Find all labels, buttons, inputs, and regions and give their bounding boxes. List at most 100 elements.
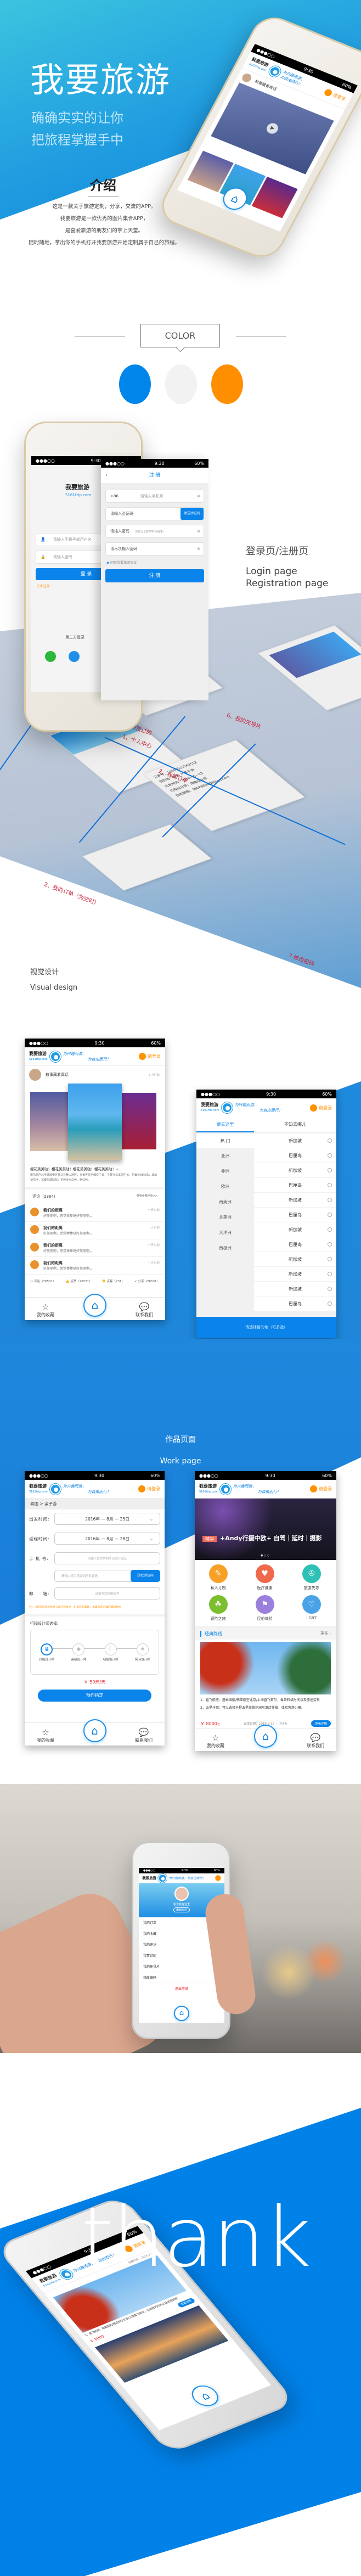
category-item[interactable]: ✇ 旅游先导 xyxy=(288,1564,335,1591)
login-button[interactable]: 请登录 xyxy=(323,88,347,103)
home-button[interactable]: ⌂ xyxy=(83,1719,106,1742)
radio-button[interactable] xyxy=(328,1287,332,1291)
clear-icon[interactable]: ⊗ xyxy=(197,547,200,551)
region-item[interactable]: 亚洲 xyxy=(196,1148,254,1164)
radio-button[interactable] xyxy=(328,1213,332,1217)
agree-checkbox[interactable]: ◉ 同意我要旅游协议 xyxy=(106,560,203,565)
share-stat[interactable]: < 分享（26531） xyxy=(134,1279,160,1283)
tab-contact[interactable]: 💬 联系我们 xyxy=(304,1733,326,1749)
depart-date-select[interactable]: 2016年 — 8月 — 25日 ⌄ xyxy=(54,1513,160,1525)
destination-item[interactable]: 巴厘岛 xyxy=(254,1148,336,1163)
radio-button[interactable] xyxy=(328,1168,332,1172)
destination-item[interactable]: 新加坡 xyxy=(254,1222,336,1237)
category-item[interactable]: ♥ 医疗健康 xyxy=(241,1564,288,1591)
phone-input[interactable]: +86 请输入手机号 ⊗ xyxy=(105,490,204,503)
home-button[interactable]: ⌂ xyxy=(83,1294,106,1317)
radio-button[interactable] xyxy=(328,1301,332,1306)
destination-item[interactable]: 新加坡 xyxy=(254,1267,336,1282)
destination-item[interactable]: 巴厘岛 xyxy=(254,1208,336,1222)
phone-input[interactable]: 请输入您的手机号码进行验证 xyxy=(54,1552,160,1564)
category-item[interactable]: ⚑ 民俗体验 xyxy=(241,1595,288,1621)
login-button[interactable]: 请登录 xyxy=(310,1485,332,1492)
qq-icon[interactable] xyxy=(69,651,80,662)
clear-icon[interactable]: ⊗ xyxy=(197,494,200,498)
tab-favorites[interactable]: ☆ 我的收藏 xyxy=(205,1733,227,1749)
destination-item[interactable]: 巴厘岛 xyxy=(254,1178,336,1193)
destination-item[interactable]: 新加坡 xyxy=(254,1133,336,1148)
radio-button[interactable] xyxy=(328,1242,332,1247)
destination-item[interactable]: 新加坡 xyxy=(254,1282,336,1297)
couple-image[interactable] xyxy=(68,1084,122,1160)
tab-dont-know[interactable]: 不知去哪儿 xyxy=(254,1117,336,1132)
region-item[interactable]: 南极洲 xyxy=(196,1241,254,1256)
carousel-dots[interactable]: ● ○ ○ xyxy=(261,1554,269,1557)
avatar[interactable] xyxy=(174,1887,189,1901)
comment-stat[interactable]: ▭ 评论（26531） xyxy=(30,1279,55,1283)
radio-button[interactable] xyxy=(328,1198,332,1202)
menu-my-previews[interactable]: 我的先导片 xyxy=(139,1961,224,1972)
region-item[interactable]: 南美洲 xyxy=(196,1194,254,1210)
tab-favorites[interactable]: ☆ 我的收藏 xyxy=(35,1727,57,1743)
destination-item[interactable]: 新加坡 xyxy=(254,1252,336,1267)
region-item[interactable]: 北美洲 xyxy=(196,1210,254,1225)
tab-go-here[interactable]: 要去这里 xyxy=(196,1117,254,1132)
like-stat[interactable]: 👍 点赞（26531） xyxy=(66,1279,92,1283)
home-button[interactable]: ⌂ xyxy=(254,1725,277,1748)
radio-button[interactable] xyxy=(328,1257,332,1261)
radio-button[interactable] xyxy=(328,1272,332,1276)
home-button[interactable]: ⌂ xyxy=(187,2382,224,2410)
route-image[interactable] xyxy=(200,1642,331,1694)
carnival-image[interactable] xyxy=(118,1093,156,1149)
level-junior[interactable]: ☾ 初级设计师 xyxy=(100,1643,122,1662)
home-button[interactable]: ⌂ xyxy=(174,2006,189,2021)
region-item[interactable]: 大洋洲 xyxy=(196,1225,254,1241)
tab-favorites[interactable]: ☆ 我的收藏 xyxy=(35,1302,57,1318)
avatar[interactable] xyxy=(29,1069,41,1081)
back-icon[interactable]: ‹ xyxy=(105,468,108,483)
level-intern[interactable]: ★ 实习设计师 xyxy=(132,1643,154,1662)
verify-code-input[interactable]: 请输入您手机收到的验证码 获取验证码 xyxy=(54,1570,160,1582)
logout-button[interactable]: 退出登录 xyxy=(139,1983,224,1994)
designer-level-selector[interactable]: ♛ 顶级设计师 ◆ 高级设计师 ☾ 初级设计师 ★ 实习设计师 xyxy=(30,1630,159,1675)
radio-button[interactable] xyxy=(328,1183,332,1187)
destination-item[interactable]: 新加坡 xyxy=(254,1193,336,1208)
book-button[interactable]: 预约指定 xyxy=(38,1690,151,1702)
verify-code-input[interactable]: 请输入验证码 发送验证码 xyxy=(105,507,204,520)
category-item[interactable]: ☘ 冒险之旅 xyxy=(195,1595,241,1621)
region-item[interactable]: 欧洲 xyxy=(196,1179,254,1194)
image-carousel[interactable] xyxy=(25,1084,165,1161)
destination-item[interactable]: 新加坡 xyxy=(254,1163,336,1178)
region-item[interactable]: 非洲 xyxy=(196,1164,254,1179)
login-button[interactable]: 请登录 xyxy=(310,1104,332,1112)
view-all-comments-link[interactable]: 查看全部评论>> xyxy=(137,1194,157,1199)
dislike-stat[interactable]: 👎 点踩（231） xyxy=(102,1279,125,1283)
login-button[interactable]: 请登录 xyxy=(139,1053,161,1060)
password-input[interactable]: 请输入密码 (6位以上数字字母组成) ⊗ xyxy=(105,525,204,538)
edit-profile-button[interactable]: 编辑资料 xyxy=(173,1907,190,1912)
category-item[interactable]: ✎ 私人订制 xyxy=(195,1564,241,1591)
register-submit-button[interactable]: 注 册 xyxy=(105,569,204,582)
play-icon[interactable]: ▶ xyxy=(264,121,280,136)
beach-image[interactable] xyxy=(30,1092,70,1151)
featured-banner[interactable]: 精华 +Andy行摄中欧+ 自驾｜延时｜摄影 ● ○ ○ xyxy=(195,1499,336,1560)
tab-contact[interactable]: 💬 联系我们 xyxy=(133,1727,155,1743)
more-link[interactable]: 更多 › xyxy=(320,1631,331,1637)
wechat-icon[interactable] xyxy=(45,651,56,662)
login-button[interactable] xyxy=(215,1875,221,1881)
region-item-hot[interactable]: 热 门 xyxy=(196,1133,254,1148)
tab-contact[interactable]: 💬 联系我们 xyxy=(133,1302,155,1318)
get-code-button[interactable]: 获取验证码 xyxy=(131,1570,160,1582)
select-destination-button[interactable]: 请选择目的地（可多选） xyxy=(196,1317,336,1338)
level-top[interactable]: ♛ 顶级设计师 xyxy=(36,1643,58,1662)
menu-change-password[interactable]: 修改密码 xyxy=(139,1972,224,1983)
return-date-select[interactable]: 2016年 — 8月 — 28日 ⌄ xyxy=(54,1533,160,1545)
level-senior[interactable]: ◆ 高级设计师 xyxy=(67,1643,89,1662)
email-input[interactable]: 请填写您的邮箱号 xyxy=(54,1587,160,1600)
clear-icon[interactable]: ⊗ xyxy=(197,529,200,534)
radio-button[interactable] xyxy=(328,1153,332,1158)
destination-item[interactable]: 巴厘岛 xyxy=(254,1297,336,1311)
destination-item[interactable]: 巴厘岛 xyxy=(254,1237,336,1252)
send-code-button[interactable]: 发送验证码 xyxy=(180,508,204,520)
confirm-password-input[interactable]: 请再次输入密码 ⊗ xyxy=(105,542,204,555)
radio-button[interactable] xyxy=(328,1138,332,1143)
